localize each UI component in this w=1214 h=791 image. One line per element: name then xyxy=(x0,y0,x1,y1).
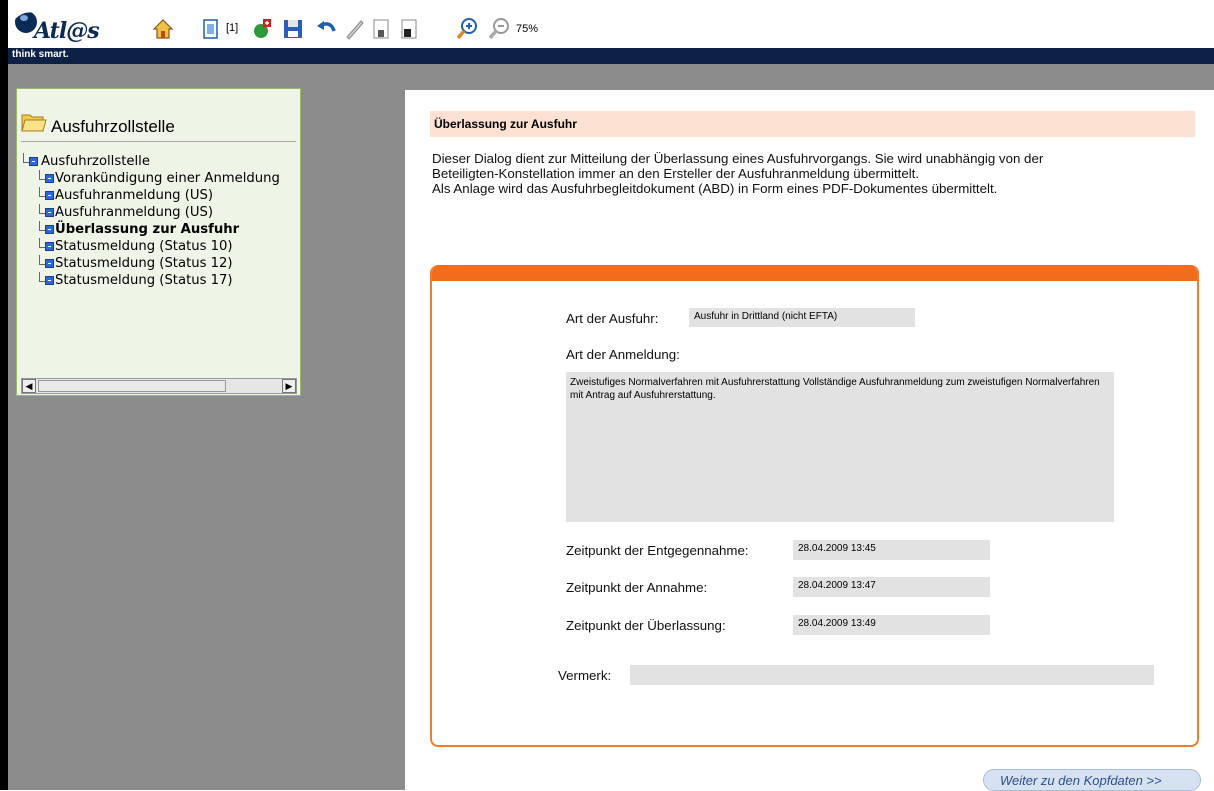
tree-node-icon xyxy=(45,208,54,217)
scrollbar-thumb[interactable] xyxy=(38,380,226,392)
navigation-tree-panel: Ausfuhrzollstelle Ausfuhrzollstelle Vora… xyxy=(16,88,301,396)
undo-icon[interactable] xyxy=(314,16,340,42)
scroll-left-icon[interactable]: ◀ xyxy=(22,379,36,393)
top-gray-band xyxy=(405,64,1214,90)
tree-item-label: Vorankündigung einer Anmeldung xyxy=(55,171,280,186)
page-indicator: [1] xyxy=(226,22,239,34)
tree-node-icon xyxy=(29,157,38,166)
annahme-label: Zeitpunkt der Annahme: xyxy=(566,580,708,595)
entgegennahme-field[interactable]: 28.04.2009 13:45 xyxy=(793,540,990,560)
home-icon[interactable] xyxy=(150,16,176,42)
tree-item-status-10[interactable]: Statusmeldung (Status 10) xyxy=(21,238,280,255)
vermerk-field[interactable] xyxy=(630,665,1154,685)
annahme-field[interactable]: 28.04.2009 13:47 xyxy=(793,577,990,597)
art-anmeldung-textarea[interactable]: Zweistufiges Normalverfahren mit Ausfuhr… xyxy=(566,372,1114,522)
tree-item-label: Statusmeldung (Status 10) xyxy=(55,239,233,254)
next-to-header-data-button[interactable]: Weiter zu den Kopfdaten >> xyxy=(983,769,1201,791)
zoom-level: 75% xyxy=(516,23,539,35)
tree-item-status-12[interactable]: Statusmeldung (Status 12) xyxy=(21,255,280,272)
section-header: Überlassung zur Ausfuhr xyxy=(430,111,1195,137)
page-2-icon[interactable] xyxy=(396,16,422,42)
tree-node-icon xyxy=(45,174,54,183)
tree-item-label: Statusmeldung (Status 12) xyxy=(55,256,233,271)
description-line-1: Dieser Dialog dient zur Mitteilung der Ü… xyxy=(432,151,1044,166)
tree-node-icon xyxy=(45,276,54,285)
tree-item-label: Überlassung zur Ausfuhr xyxy=(55,222,240,237)
tagline-banner: think smart. xyxy=(8,48,1214,64)
tree-item-vorankuendigung[interactable]: Vorankündigung einer Anmeldung xyxy=(21,170,280,187)
ueberlassung-field[interactable]: 28.04.2009 13:49 xyxy=(793,615,990,635)
tree-item-ueberlassung[interactable]: Überlassung zur Ausfuhr xyxy=(21,221,280,238)
art-ausfuhr-field[interactable]: Ausfuhr in Drittland (nicht EFTA) xyxy=(689,308,915,327)
entgegennahme-label: Zeitpunkt der Entgegennahme: xyxy=(566,543,749,558)
section-title: Überlassung zur Ausfuhr xyxy=(434,117,577,131)
tree-list: Ausfuhrzollstelle Vorankündigung einer A… xyxy=(21,153,280,289)
tree-item-ausfuhranmeldung-2[interactable]: Ausfuhranmeldung (US) xyxy=(21,204,280,221)
description-line-3: Als Anlage wird das Ausfuhrbegleitdokume… xyxy=(432,181,998,196)
tree-node-icon xyxy=(45,191,54,200)
main-content: Überlassung zur Ausfuhr Dieser Dialog di… xyxy=(405,90,1214,790)
form-card: Art der Ausfuhr: Ausfuhr in Drittland (n… xyxy=(430,265,1199,747)
tree-item-label: Ausfuhrzollstelle xyxy=(41,154,150,169)
tree-item-status-17[interactable]: Statusmeldung (Status 17) xyxy=(21,272,280,289)
scroll-right-icon[interactable]: ▶ xyxy=(282,379,296,393)
tree-item-label: Statusmeldung (Status 17) xyxy=(55,273,233,288)
zoom-out-icon[interactable] xyxy=(486,16,512,42)
art-ausfuhr-value: Ausfuhr in Drittland (nicht EFTA) xyxy=(694,311,838,322)
ueberlassung-value: 28.04.2009 13:49 xyxy=(798,618,876,629)
atlas-logo: Atl@s xyxy=(12,6,137,44)
tree-item-ausfuhranmeldung-1[interactable]: Ausfuhranmeldung (US) xyxy=(21,187,280,204)
tree-item-label: Ausfuhranmeldung (US) xyxy=(55,205,214,220)
art-anmeldung-value: Zweistufiges Normalverfahren mit Ausfuhr… xyxy=(570,377,1100,401)
annahme-value: 28.04.2009 13:47 xyxy=(798,580,876,591)
logo-text: Atl@s xyxy=(34,18,100,44)
add-icon[interactable] xyxy=(248,16,274,42)
art-ausfuhr-label: Art der Ausfuhr: xyxy=(566,311,659,326)
save-icon[interactable] xyxy=(280,16,306,42)
document-icon[interactable] xyxy=(198,16,224,42)
ueberlassung-label: Zeitpunkt der Überlassung: xyxy=(566,618,726,633)
description: Dieser Dialog dient zur Mitteilung der Ü… xyxy=(432,151,1202,196)
art-anmeldung-label: Art der Anmeldung: xyxy=(566,347,680,362)
tagline: think smart. xyxy=(12,49,69,60)
vermerk-label: Vermerk: xyxy=(558,668,612,683)
tree-node-icon xyxy=(45,242,54,251)
page-1-icon[interactable] xyxy=(368,16,394,42)
next-button-label: Weiter zu den Kopfdaten >> xyxy=(1000,773,1162,788)
tree-horizontal-scrollbar[interactable]: ◀ ▶ xyxy=(21,378,297,394)
tree-node-icon xyxy=(45,259,54,268)
toolbar: Atl@s [1] 75% xyxy=(8,0,1214,48)
description-line-2: Beteiligten-Konstellation immer an den E… xyxy=(432,166,920,181)
pen-icon[interactable] xyxy=(342,16,368,42)
tree-item-label: Ausfuhranmeldung (US) xyxy=(55,188,214,203)
tree-item-root[interactable]: Ausfuhrzollstelle xyxy=(21,153,280,170)
tree-node-icon xyxy=(45,225,54,234)
zoom-in-icon[interactable] xyxy=(454,16,480,42)
entgegennahme-value: 28.04.2009 13:45 xyxy=(798,543,876,554)
tree-divider xyxy=(21,141,296,142)
folder-icon xyxy=(21,114,47,132)
card-header-bar xyxy=(432,265,1197,281)
tree-title: Ausfuhrzollstelle xyxy=(51,117,175,136)
